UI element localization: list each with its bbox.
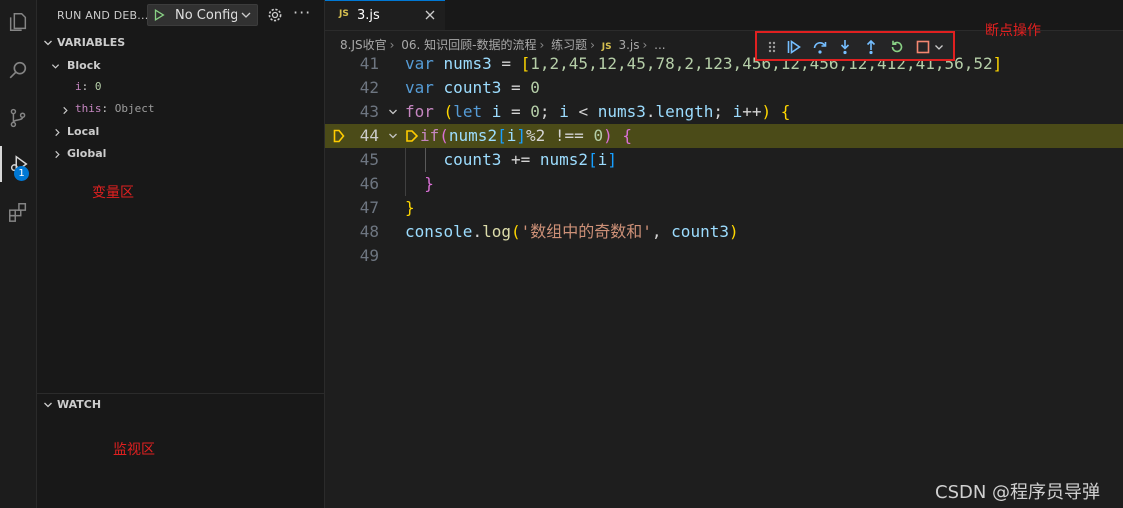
chevron-right-icon: [55, 150, 60, 159]
variable-row-i[interactable]: i: 0: [75, 80, 315, 96]
variable-row-this[interactable]: this: Object: [61, 102, 311, 118]
run-debug-title: RUN AND DEB...: [57, 9, 149, 22]
line-number: 42: [359, 78, 379, 97]
stop-button[interactable]: [915, 39, 931, 55]
chevron-right-icon: [63, 106, 68, 115]
line-source: count3 += nums2[i]: [443, 150, 617, 169]
code-line: 41 var nums3 = [1,2,45,12,45,78,2,123,45…: [325, 52, 1123, 76]
scope-global[interactable]: Global: [51, 146, 311, 162]
variable-sep: :: [101, 102, 115, 115]
js-file-icon: JS: [339, 9, 349, 19]
continue-button[interactable]: [786, 39, 802, 55]
line-source: console.log('数组中的奇数和', count3): [405, 222, 739, 241]
activity-bar: 1: [0, 0, 37, 508]
line-number: 41: [359, 54, 379, 73]
section-divider: [37, 393, 324, 394]
line-number: 49: [359, 246, 379, 265]
code-line: 48 console.log('数组中的奇数和', count3): [325, 220, 1123, 244]
breadcrumb: 8.JS收官 › 06. 知识回顾-数据的流程 › 练习题 › JS 3.js › ..…: [340, 38, 666, 52]
line-number: 47: [359, 198, 379, 217]
debug-toolbar: [755, 31, 955, 61]
scope-block-label: Block: [67, 59, 101, 72]
debug-toolbar-annotation: 断点操作: [985, 23, 1041, 39]
line-number: 48: [359, 222, 379, 241]
search-icon[interactable]: [0, 52, 36, 88]
explorer-icon[interactable]: [0, 4, 36, 40]
inline-breakpoint-icon[interactable]: [405, 129, 419, 143]
line-number: 44: [359, 126, 379, 145]
step-out-button[interactable]: [863, 39, 879, 55]
fold-chevron-icon[interactable]: [388, 107, 398, 117]
tab-label: 3.js: [357, 8, 380, 23]
variable-name: this: [75, 102, 102, 115]
fold-chevron-icon[interactable]: [388, 131, 398, 141]
source-control-icon[interactable]: [0, 100, 36, 136]
debug-sidebar: RUN AND DEB... No Configu ··· VARIABLES …: [37, 0, 325, 508]
close-icon[interactable]: [424, 9, 436, 21]
extensions-icon[interactable]: [0, 194, 36, 230]
watch-area-annotation: 监视区: [113, 442, 155, 458]
line-source: var count3 = 0: [405, 78, 540, 97]
scope-local-label: Local: [67, 125, 100, 138]
chevron-down-icon: [44, 40, 52, 46]
breadcrumb-item[interactable]: 8.JS收官: [340, 38, 387, 52]
tab-3-js[interactable]: JS 3.js: [325, 0, 445, 30]
variable-value: Object: [114, 102, 155, 115]
line-source: if(nums2[i]%2 !== 0) {: [405, 124, 632, 148]
chevron-down-icon: [44, 402, 52, 408]
code-line: 47 }: [325, 196, 1123, 220]
chevron-down-icon[interactable]: [934, 39, 944, 55]
drag-handle-icon[interactable]: [767, 39, 777, 55]
variables-section-header[interactable]: VARIABLES: [37, 33, 324, 53]
watch-section-title: WATCH: [57, 398, 102, 411]
code-line: 49: [325, 244, 1123, 268]
variables-section-title: VARIABLES: [57, 36, 126, 49]
line-number: 43: [359, 102, 379, 121]
code-line: 46 }: [325, 172, 1123, 196]
line-source: }: [424, 174, 434, 193]
step-over-button[interactable]: [812, 39, 828, 55]
scope-global-label: Global: [67, 147, 107, 160]
code-line: 45 count3 += nums2[i]: [325, 148, 1123, 172]
restart-button[interactable]: [889, 39, 905, 55]
variables-area-annotation: 变量区: [92, 185, 134, 201]
run-debug-header: RUN AND DEB... No Configu ···: [37, 0, 324, 30]
breadcrumb-item[interactable]: 练习题: [551, 38, 587, 52]
step-into-button[interactable]: [837, 39, 853, 55]
chevron-right-icon: [55, 128, 60, 137]
breadcrumb-item[interactable]: 3.js: [618, 38, 639, 52]
start-debugging-icon[interactable]: [152, 8, 166, 22]
breadcrumb-item[interactable]: 06. 知识回顾-数据的流程: [401, 38, 536, 52]
breadcrumb-item[interactable]: ...: [654, 38, 665, 52]
line-source: for (let i = 0; i < nums3.length; i++) {: [405, 102, 791, 121]
line-number: 45: [359, 150, 379, 169]
code-line: 42 var count3 = 0: [325, 76, 1123, 100]
scope-local[interactable]: Local: [51, 124, 311, 140]
launch-config-select[interactable]: No Configu: [147, 4, 258, 26]
variable-value: 0: [94, 80, 102, 93]
line-source: }: [405, 198, 415, 217]
chevron-down-icon: [51, 64, 60, 69]
watch-section-header[interactable]: WATCH: [37, 395, 324, 415]
debug-badge: 1: [14, 166, 29, 181]
code-line: 43 for (let i = 0; i < nums3.length; i++…: [325, 100, 1123, 124]
line-number: 46: [359, 174, 379, 193]
watermark: CSDN @程序员导弹: [935, 482, 1101, 503]
scope-block[interactable]: Block: [51, 58, 311, 74]
launch-config-label: No Configu: [175, 8, 237, 23]
chevron-down-icon: [241, 12, 251, 18]
more-actions-icon[interactable]: ···: [293, 3, 311, 22]
gear-icon[interactable]: [267, 7, 283, 23]
variable-sep: :: [81, 80, 95, 93]
current-execution-line: 44 if(nums2[i]%2 !== 0) {: [325, 124, 1123, 148]
js-file-icon: JS: [601, 42, 612, 52]
variable-name: i: [75, 80, 82, 93]
